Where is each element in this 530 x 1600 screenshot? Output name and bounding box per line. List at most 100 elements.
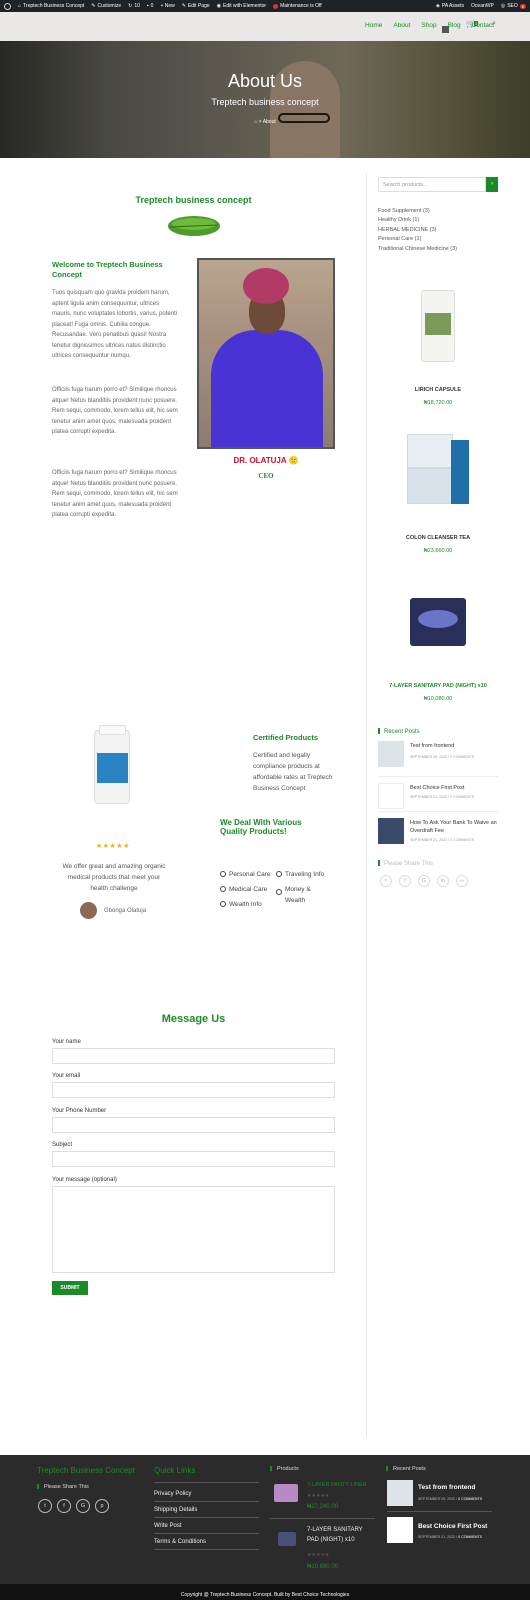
page-subtitle: Treptech business concept: [211, 97, 319, 107]
category-link[interactable]: Personal Care (1): [378, 235, 457, 244]
name-label: Your name: [52, 1039, 81, 1045]
footer-product-thumb[interactable]: [278, 1532, 296, 1546]
bottle-label-shape: [97, 753, 128, 783]
footer-link-write-post[interactable]: Write Post: [154, 1523, 259, 1534]
category-item: Money & Wealth: [276, 884, 325, 906]
divider: [378, 811, 498, 812]
category-link[interactable]: HERBAL MEDICINE (3): [378, 226, 457, 235]
elementor-icon: ◉: [216, 3, 222, 9]
post-thumbnail[interactable]: [378, 818, 404, 844]
category-list: Food Supplement (3) Healthy Drink (1) HE…: [378, 207, 457, 254]
recent-post[interactable]: How To Ask Your Bank To Waive an Overdra…: [378, 818, 498, 846]
admin-updates[interactable]: ↻ 10: [128, 3, 140, 9]
facebook-icon[interactable]: f: [57, 1499, 71, 1513]
admin-pa-assets[interactable]: ◈ PA Assets: [436, 3, 464, 9]
footer-post-title[interactable]: Best Choice First Post: [418, 1523, 487, 1530]
nav-blog[interactable]: Blog: [448, 22, 461, 29]
footer-post-thumb[interactable]: [387, 1480, 413, 1506]
twitter-icon[interactable]: t: [380, 875, 392, 887]
footer-product-price: ₦10,680.00: [307, 1564, 339, 1570]
admin-customize[interactable]: ✎ Customize: [91, 3, 121, 9]
recent-post[interactable]: Best Choice First Post SEPTEMBER 21, 202…: [378, 783, 498, 811]
google-plus-icon[interactable]: G: [418, 875, 430, 887]
google-plus-icon[interactable]: G: [76, 1499, 90, 1513]
jar-label-shape: [425, 313, 451, 335]
search-icon[interactable]: ⌕: [492, 20, 496, 28]
twitter-icon[interactable]: t: [38, 1499, 52, 1513]
cart-count-badge: 1: [474, 21, 479, 26]
admin-new[interactable]: + New: [160, 3, 174, 9]
message-textarea[interactable]: [52, 1186, 335, 1273]
product-name[interactable]: LIRICH CAPSULE: [378, 387, 498, 393]
submit-button[interactable]: SUBMIT: [52, 1281, 88, 1295]
wordpress-icon[interactable]: [4, 2, 11, 10]
arrow-right-icon: ›: [491, 181, 493, 187]
name-input[interactable]: [52, 1048, 335, 1064]
site-header: Home About Shop Blog Contact: [0, 12, 530, 41]
post-title[interactable]: Test from frontend: [410, 742, 498, 750]
divider: [270, 1518, 375, 1519]
nav-home[interactable]: Home: [365, 22, 382, 29]
email-label: Your email: [52, 1073, 81, 1079]
rating-stars: ★★★★★: [96, 843, 130, 850]
product-search-input[interactable]: Search products...: [378, 177, 486, 192]
categories-left: Personal Care Medical Care Wealth Info: [220, 867, 271, 912]
testimonial-text: We offer great and amazing organic medic…: [62, 863, 166, 892]
product-name[interactable]: 7-LAYER SANITARY PAD (NIGHT) x10: [378, 683, 498, 689]
product-price: ₦18,720.00: [423, 400, 453, 406]
post-title[interactable]: How To Ask Your Bank To Waive an Overdra…: [410, 819, 498, 835]
footer-product-name[interactable]: 7-LAYER SANITARY PAD (NIGHT) x10: [307, 1525, 375, 1545]
facebook-icon[interactable]: f: [399, 875, 411, 887]
product-image-lirich[interactable]: [421, 290, 455, 362]
phone-label: Your Phone Number: [52, 1108, 107, 1114]
admin-edit-page[interactable]: ✎ Edit Page: [182, 3, 210, 9]
admin-seo[interactable]: ◎ SEO 6: [501, 3, 526, 9]
refresh-icon: ↻: [128, 3, 133, 9]
leaf-icon: [168, 216, 220, 236]
product-card: 7-LAYER SANITARY PAD (NIGHT) x10 ₦10,080…: [378, 683, 498, 702]
phone-input[interactable]: [52, 1117, 335, 1133]
link-icon[interactable]: ∞: [456, 875, 468, 887]
email-input[interactable]: [52, 1082, 335, 1098]
nav-shop[interactable]: Shop: [421, 22, 436, 29]
site-footer: Treptech Business Concept Please Share T…: [0, 1455, 530, 1600]
footer-post-thumb[interactable]: [387, 1517, 413, 1543]
post-title[interactable]: Best Choice First Post: [410, 784, 498, 792]
admin-comments[interactable]: ▪ 0: [147, 3, 154, 9]
category-link[interactable]: Food Supplement (3): [378, 207, 457, 216]
certified-title: Certified Products: [253, 733, 319, 742]
admin-oceanwp[interactable]: OceanWP: [471, 3, 494, 9]
category-link[interactable]: Traditional Chinese Medicine (3): [378, 245, 457, 254]
footer-link-privacy[interactable]: Privacy Policy: [154, 1491, 259, 1502]
post-meta: SEPTEMBER 21, 2022 / 0 COMMENTS: [410, 795, 475, 799]
divider: [154, 1482, 259, 1483]
product-bottle-image: [94, 725, 130, 804]
brush-icon: ✎: [91, 3, 96, 9]
check-circle-icon: [220, 901, 226, 907]
welcome-title: Welcome to Treptech Business Concept: [52, 260, 163, 279]
search-button[interactable]: ›: [486, 177, 498, 192]
pa-icon: ◈: [436, 3, 440, 9]
footer-link-shipping[interactable]: Shipping Details: [154, 1507, 259, 1518]
product-image-colon-tea[interactable]: [407, 434, 469, 508]
linkedin-icon[interactable]: in: [437, 875, 449, 887]
footer-link-terms[interactable]: Terms & Conditions: [154, 1539, 259, 1550]
recent-post[interactable]: Test from frontend SEPTEMBER 29, 2022 / …: [378, 741, 498, 769]
post-thumbnail[interactable]: [378, 783, 404, 809]
nav-about[interactable]: About: [393, 22, 410, 29]
pinterest-icon[interactable]: p: [95, 1499, 109, 1513]
footer-product-thumb[interactable]: [274, 1484, 298, 1502]
subject-input[interactable]: [52, 1151, 335, 1167]
admin-maintenance[interactable]: Maintenance is Off: [273, 3, 322, 9]
product-name[interactable]: COLON CLEANSER TEA: [378, 535, 498, 541]
category-link[interactable]: Healthy Drink (1): [378, 216, 457, 225]
footer-post-title[interactable]: Test from frontend: [418, 1484, 475, 1491]
intro-paragraph-2: Officiis fuga harum porro et? Similique …: [52, 387, 178, 435]
product-card: COLON CLEANSER TEA ₦23,660.00: [378, 535, 498, 554]
admin-edit-elementor[interactable]: ◉ Edit with Elementor: [217, 3, 266, 9]
footer-product-name[interactable]: 7-LAYER PANTY LINER: [307, 1482, 375, 1488]
home-icon[interactable]: ⌂: [254, 119, 257, 125]
product-image-sanitary-pad[interactable]: [410, 598, 466, 646]
post-thumbnail[interactable]: [378, 741, 404, 767]
admin-site-name[interactable]: ⌂ Treptech Business Concept: [18, 3, 84, 9]
